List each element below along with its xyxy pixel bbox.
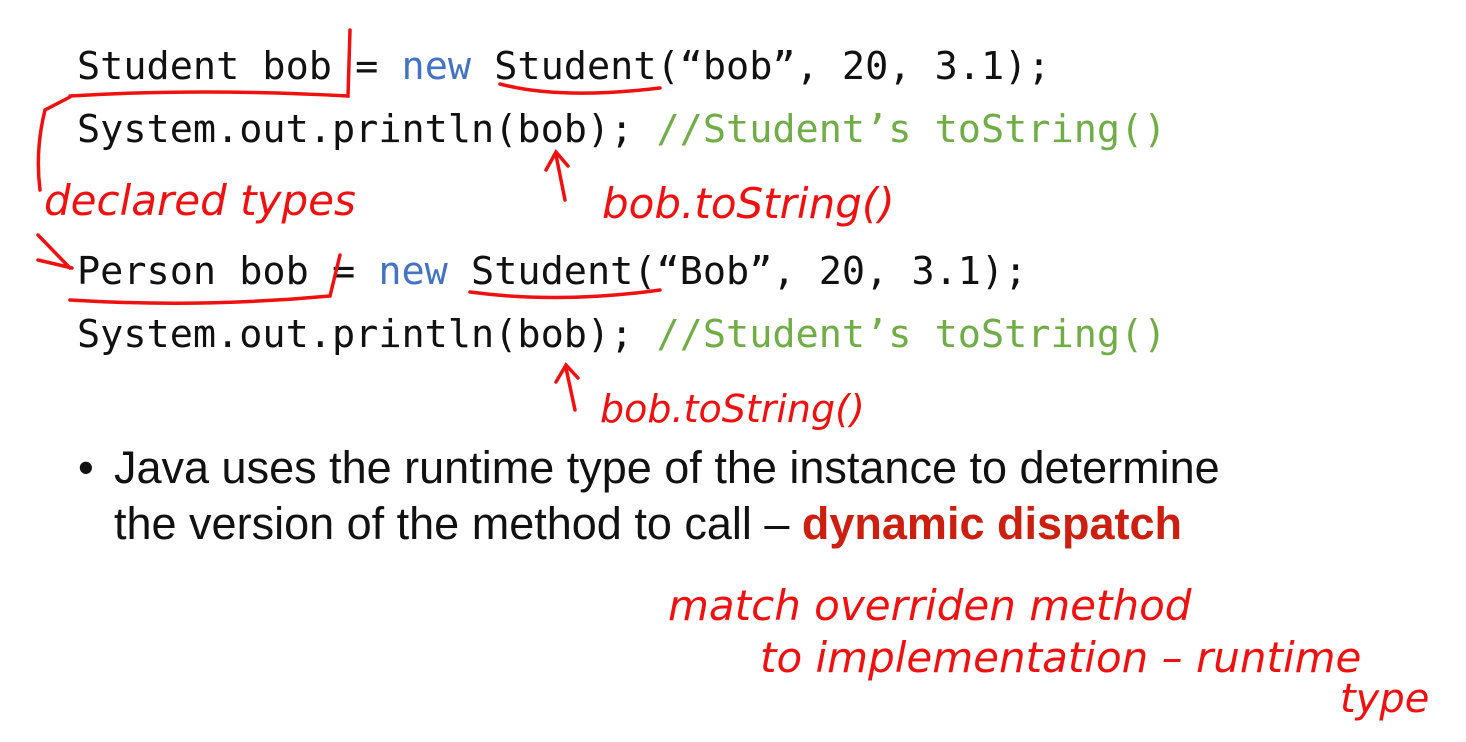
arrow-up-1 (544, 148, 570, 202)
note-line-3: type (1340, 676, 1429, 722)
tostring-note-2: bob.toString() (600, 387, 865, 431)
tostring-note-1: bob.toString() (602, 179, 895, 228)
note-line-1: match overriden method (668, 581, 1192, 630)
handwritten-annotations: declared types bob.toString() bob.toStri… (36, 28, 1429, 722)
note-line-2: to implementation – runtime (760, 633, 1361, 682)
underline-student-ctor (498, 82, 662, 95)
underline-person-bob (68, 253, 342, 305)
underline-student-bob (68, 28, 352, 98)
underline-student-ctor-2 (468, 288, 662, 300)
declared-types-note: declared types (44, 176, 356, 225)
arrow-up-2 (554, 362, 580, 412)
